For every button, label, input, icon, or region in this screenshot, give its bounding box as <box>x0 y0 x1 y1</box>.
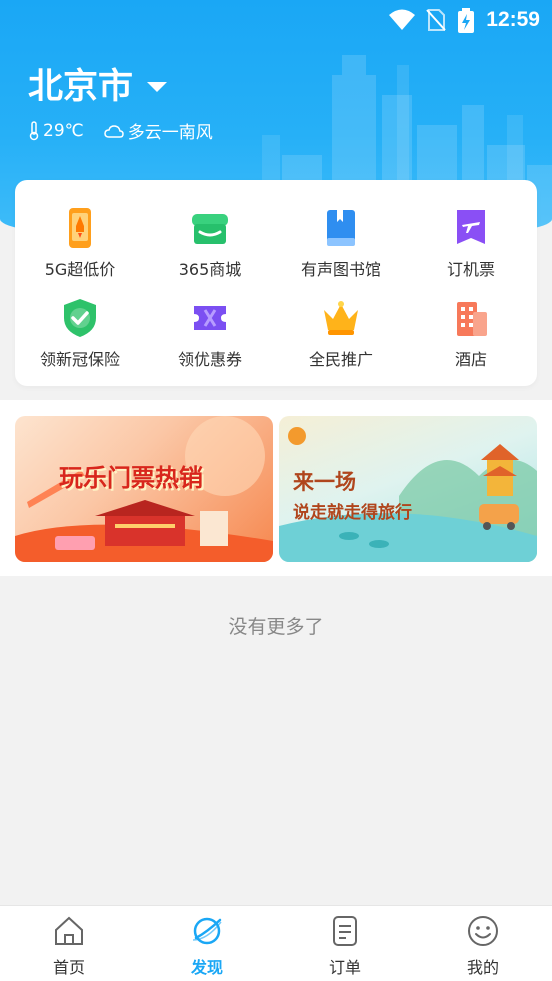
banner-title: 玩乐门票热销 <box>59 464 203 492</box>
home-icon <box>55 916 83 945</box>
coupon-icon <box>194 306 226 330</box>
tab-orders[interactable]: 订单 <box>276 914 414 978</box>
hotel-icon <box>457 302 487 336</box>
menu-label: 有声图书馆 <box>300 260 381 279</box>
menu-label: 订机票 <box>446 260 495 279</box>
planet-icon <box>192 917 222 945</box>
tab-profile[interactable]: 我的 <box>414 914 552 978</box>
menu-item-365-mall[interactable]: 365商城 <box>145 206 275 280</box>
tab-label: 发现 <box>190 958 223 977</box>
end-of-list-text: 没有更多了 <box>228 616 324 638</box>
status-bar: 12:59 <box>0 0 552 40</box>
temperature: 29℃ <box>43 120 84 141</box>
menu-item-audio-library[interactable]: 有声图书馆 <box>276 206 406 280</box>
weather-condition: 多云一南风 <box>127 123 213 143</box>
store-icon <box>192 214 228 244</box>
cloud-icon <box>103 124 124 138</box>
menu-item-flight-ticket[interactable]: 订机票 <box>406 206 536 280</box>
book-icon <box>327 210 355 246</box>
menu-item-coupons[interactable]: 领优惠券 <box>145 296 275 370</box>
banner-travel[interactable]: 来一场 说走就走得旅行 <box>279 416 537 562</box>
chevron-down-icon <box>147 81 168 92</box>
menu-label: 5G超低价 <box>44 260 116 279</box>
smile-icon <box>468 916 498 946</box>
weather-info: 29℃ 多云一南风 <box>28 118 217 143</box>
tab-home[interactable]: 首页 <box>0 914 138 978</box>
menu-item-promotion[interactable]: 全民推广 <box>276 296 406 370</box>
menu-label: 酒店 <box>454 350 487 369</box>
shield-check-icon <box>64 299 96 337</box>
thermometer-icon <box>29 120 39 140</box>
banner-title: 来一场 <box>293 469 356 494</box>
menu-item-hotel[interactable]: 酒店 <box>406 296 536 370</box>
menu-label: 领优惠券 <box>177 350 242 369</box>
order-icon <box>333 916 357 946</box>
quick-menu-card: 5G超低价 365商城 有声图书馆 订机票 领新冠保险 领优惠券 全民推广 酒店 <box>15 180 537 386</box>
clock: 12:59 <box>486 8 540 31</box>
banner-subtitle: 说走就走得旅行 <box>293 503 412 523</box>
menu-label: 领新冠保险 <box>39 350 120 369</box>
city-selector[interactable]: 北京市 <box>28 58 168 109</box>
bottom-tab-bar: 首页 发现 订单 我的 <box>0 905 552 981</box>
menu-item-covid-insurance[interactable]: 领新冠保险 <box>15 296 145 370</box>
banner-tickets[interactable]: 玩乐门票热销 <box>15 416 273 562</box>
menu-label: 全民推广 <box>308 350 373 369</box>
plane-ticket-icon <box>457 210 485 244</box>
battery-charging-icon <box>458 8 474 33</box>
tab-label: 首页 <box>52 958 85 977</box>
promo-section: 玩乐门票热销 来一场 说走就走得旅行 <box>0 400 552 576</box>
menu-label: 365商城 <box>178 260 242 279</box>
tab-label: 我的 <box>466 958 499 977</box>
tab-discover[interactable]: 发现 <box>138 914 276 978</box>
phone-rocket-icon <box>69 208 91 248</box>
crown-icon <box>324 301 358 335</box>
city-name: 北京市 <box>28 67 134 107</box>
no-sim-icon <box>426 9 446 31</box>
menu-item-5g[interactable]: 5G超低价 <box>15 206 145 280</box>
tab-label: 订单 <box>328 958 361 977</box>
wifi-icon <box>389 9 415 30</box>
